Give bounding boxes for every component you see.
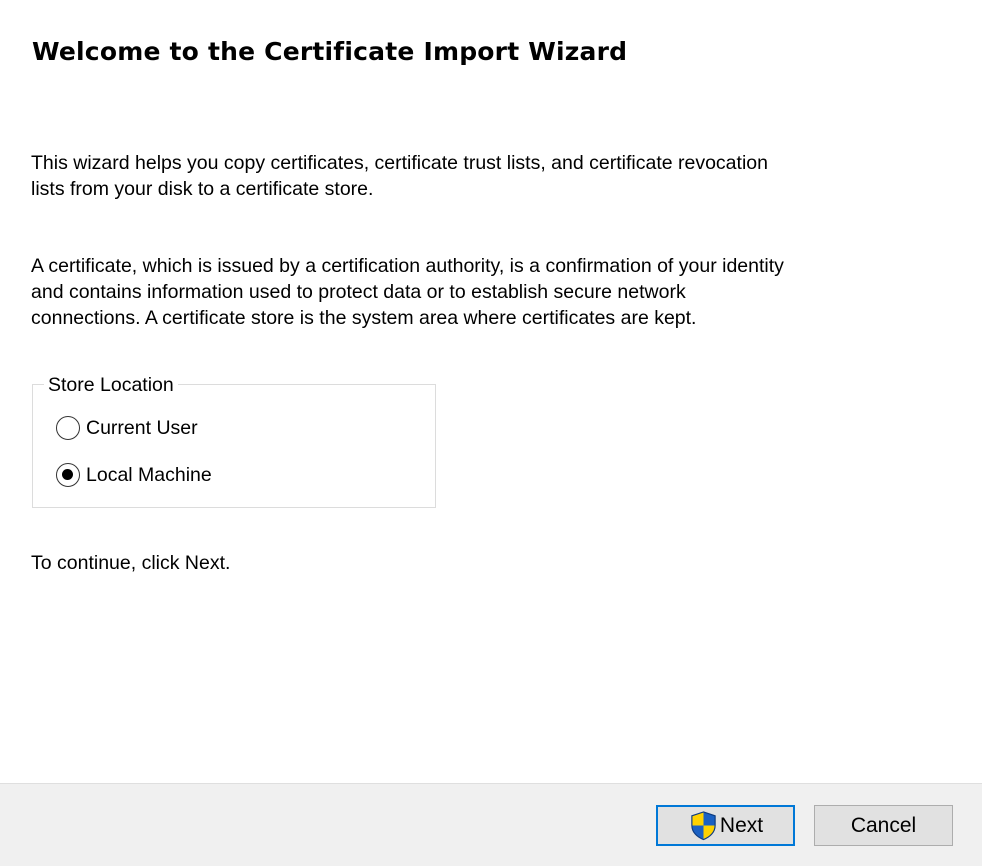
description-text: A certificate, which is issued by a cert… <box>31 253 931 331</box>
description-text-line: and contains information used to protect… <box>31 281 686 303</box>
uac-shield-icon <box>691 811 716 841</box>
intro-text: This wizard helps you copy certificates,… <box>31 150 931 202</box>
local-machine-radio-button[interactable] <box>56 463 80 487</box>
continue-instruction: To continue, click Next. <box>31 550 931 576</box>
current-user-radio[interactable]: Current User <box>56 415 198 441</box>
continue-instruction-text: To continue, click Next. <box>31 552 231 574</box>
cancel-button-label[interactable]: Cancel <box>851 814 916 838</box>
store-location-group: Store Location Current User Local Machin… <box>32 372 436 508</box>
next-button[interactable]: Next <box>656 805 795 846</box>
current-user-label[interactable]: Current User <box>86 415 198 441</box>
local-machine-radio[interactable]: Local Machine <box>56 462 212 488</box>
next-button-label[interactable]: Next <box>720 814 763 838</box>
local-machine-label[interactable]: Local Machine <box>86 462 212 488</box>
current-user-radio-button[interactable] <box>56 416 80 440</box>
page-title: Welcome to the Certificate Import Wizard <box>32 37 628 66</box>
intro-text-line: This wizard helps you copy certificates,… <box>31 152 768 174</box>
cancel-button[interactable]: Cancel <box>814 805 953 846</box>
description-text-line: A certificate, which is issued by a cert… <box>31 255 784 277</box>
description-text-line: connections. A certificate store is the … <box>31 307 697 329</box>
intro-text-line: lists from your disk to a certificate st… <box>31 178 374 200</box>
wizard-footer: Next Cancel <box>0 783 982 866</box>
store-location-label: Store Location <box>44 372 178 398</box>
wizard-page: Welcome to the Certificate Import Wizard… <box>0 0 982 783</box>
